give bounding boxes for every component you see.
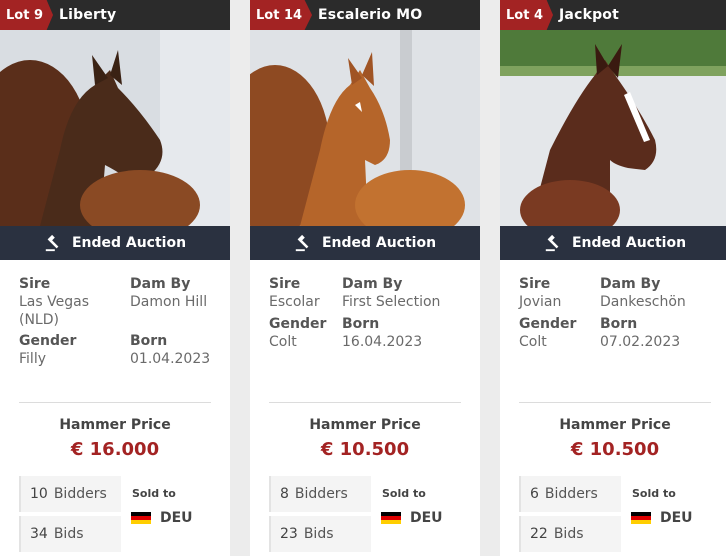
horse-name[interactable]: Jackpot <box>559 7 619 23</box>
gavel-icon <box>45 234 59 252</box>
sold-to-label: Sold to <box>632 487 676 500</box>
horse-details: Sire Jovian Dam By Dankeschön Gender Colt B… <box>500 260 726 352</box>
bidders-count: 6 <box>530 486 539 502</box>
lot-badge: Lot 9 <box>0 0 54 30</box>
lot-badge: Lot 14 <box>250 0 313 30</box>
sold-to-country: DEU <box>631 510 693 526</box>
hammer-price-value: € 10.500 <box>320 439 410 460</box>
lot-card-escalerio-mo[interactable]: Lot 14 Escalerio MO Ended Auction Sire Es… <box>250 0 480 556</box>
born-label: Born <box>130 333 168 349</box>
bids-count: 22 <box>530 526 548 542</box>
germany-flag-icon <box>381 511 401 525</box>
card-header: Lot 4 Jackpot <box>500 0 726 30</box>
gender-label: Gender <box>19 333 77 349</box>
gender-value: Filly <box>19 351 46 367</box>
germany-flag-icon <box>131 511 151 525</box>
dam-value: Damon Hill <box>130 294 208 310</box>
ended-auction-bar: Ended Auction <box>500 226 726 260</box>
bidders-stat: 10 Bidders <box>19 476 121 512</box>
sire-value: Las Vegas (NLD) <box>19 294 89 328</box>
sire-label: Sire <box>19 276 51 292</box>
country-code: DEU <box>660 510 693 526</box>
born-label: Born <box>342 316 380 332</box>
sire-label: Sire <box>269 276 301 292</box>
bids-label: Bids <box>553 526 584 542</box>
sire-value: Escolar <box>269 294 320 310</box>
lot-card-jackpot[interactable]: Lot 4 Jackpot Ended Auction Sire Jovian D… <box>500 0 726 556</box>
country-code: DEU <box>160 510 193 526</box>
born-value: 16.04.2023 <box>342 334 423 350</box>
horse-details: Sire Escolar Dam By First Selection Gender… <box>250 260 480 352</box>
ended-auction-bar: Ended Auction <box>0 226 230 260</box>
bids-label: Bids <box>303 526 334 542</box>
gender-label: Gender <box>269 316 327 332</box>
sire-label: Sire <box>519 276 551 292</box>
sold-to-label: Sold to <box>382 487 426 500</box>
ended-auction-label: Ended Auction <box>571 235 687 251</box>
born-value: 07.02.2023 <box>600 334 681 350</box>
sire-value: Jovian <box>519 294 562 310</box>
ended-auction-bar: Ended Auction <box>250 226 480 260</box>
horse-photo[interactable] <box>500 30 726 226</box>
ended-auction-label: Ended Auction <box>71 235 187 251</box>
born-label: Born <box>600 316 638 332</box>
bidders-label: Bidders <box>544 486 598 502</box>
bids-label: Bids <box>53 526 84 542</box>
dam-value: First Selection <box>342 294 441 310</box>
card-header: Lot 9 Liberty <box>0 0 230 30</box>
hammer-price-value: € 10.500 <box>570 439 660 460</box>
card-header: Lot 14 Escalerio MO <box>250 0 480 30</box>
divider <box>19 402 211 403</box>
divider <box>519 402 711 403</box>
horse-name[interactable]: Liberty <box>59 7 116 23</box>
sold-to-country: DEU <box>131 510 193 526</box>
country-code: DEU <box>410 510 443 526</box>
bidders-label: Bidders <box>53 486 107 502</box>
bidders-stat: 6 Bidders <box>519 476 621 512</box>
lot-badge: Lot 4 <box>500 0 554 30</box>
dam-label: Dam By <box>130 276 191 292</box>
lot-card-liberty[interactable]: Lot 9 Liberty Ended Auction Sire Las Vega… <box>0 0 230 556</box>
gender-value: Colt <box>269 334 297 350</box>
sold-to-label: Sold to <box>132 487 176 500</box>
hammer-price-label: Hammer Price <box>59 417 171 433</box>
horse-photo[interactable] <box>250 30 480 226</box>
germany-flag-icon <box>631 511 651 525</box>
born-value: 01.04.2023 <box>130 351 211 367</box>
bidders-label: Bidders <box>294 486 348 502</box>
hammer-price-value: € 16.000 <box>70 439 160 460</box>
bids-stat: 22 Bids <box>519 516 621 552</box>
bids-stat: 23 Bids <box>269 516 371 552</box>
dam-label: Dam By <box>342 276 403 292</box>
dam-value: Dankeschön <box>600 294 686 310</box>
ended-auction-label: Ended Auction <box>321 235 437 251</box>
gavel-icon <box>295 234 309 252</box>
bidders-count: 10 <box>30 486 48 502</box>
horse-details: Sire Las Vegas (NLD) Dam By Damon Hill Gen… <box>0 260 230 369</box>
bids-count: 23 <box>280 526 298 542</box>
bids-stat: 34 Bids <box>19 516 121 552</box>
hammer-price-label: Hammer Price <box>309 417 421 433</box>
gender-label: Gender <box>519 316 577 332</box>
divider <box>269 402 461 403</box>
bidders-stat: 8 Bidders <box>269 476 371 512</box>
gavel-icon <box>545 234 559 252</box>
sold-to-country: DEU <box>381 510 443 526</box>
bidders-count: 8 <box>280 486 289 502</box>
horse-photo[interactable] <box>0 30 230 226</box>
bids-count: 34 <box>30 526 48 542</box>
hammer-price-label: Hammer Price <box>559 417 671 433</box>
gender-value: Colt <box>519 334 547 350</box>
horse-name[interactable]: Escalerio MO <box>318 7 422 23</box>
dam-label: Dam By <box>600 276 661 292</box>
